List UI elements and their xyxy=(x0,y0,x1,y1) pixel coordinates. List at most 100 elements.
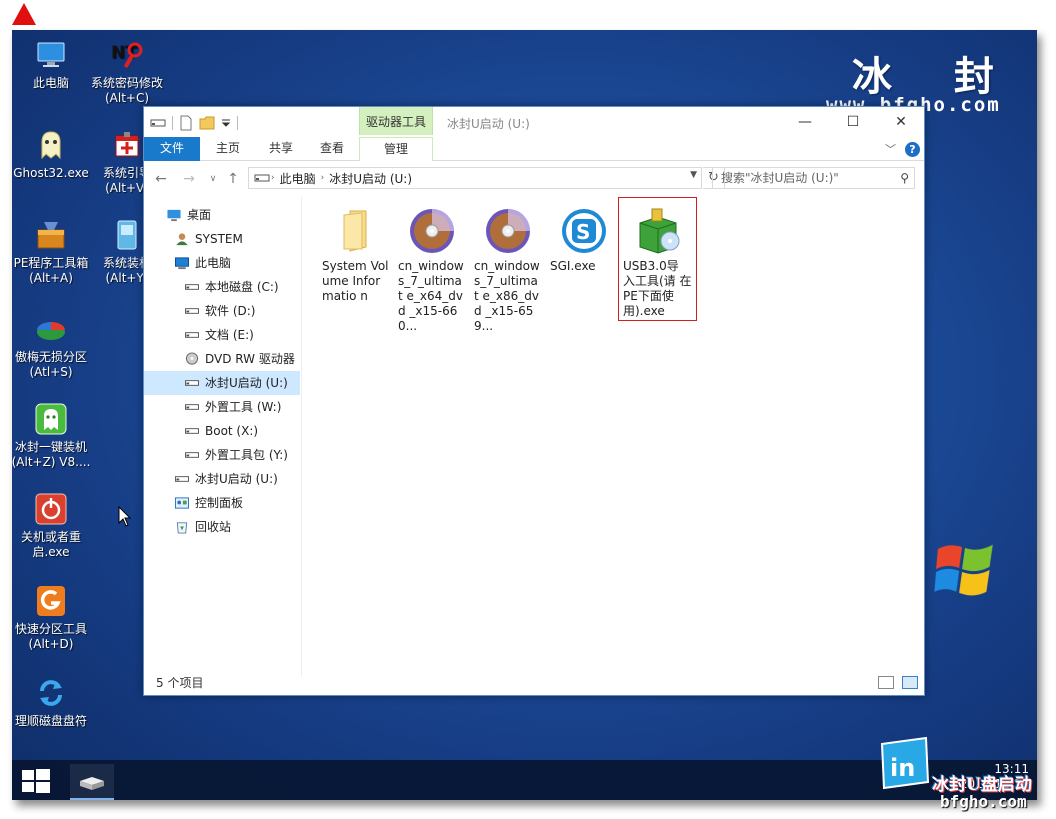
close-button[interactable]: ✕ xyxy=(878,109,924,135)
new-folder-icon[interactable] xyxy=(199,115,215,131)
red-triangle-marker xyxy=(12,3,36,25)
view-toggle xyxy=(878,676,918,689)
nav-tree-label: 此电脑 xyxy=(195,256,232,270)
up-arrow-icon[interactable]: ↑ xyxy=(224,170,242,188)
disc-image-icon xyxy=(486,209,530,253)
chevron-down-icon[interactable]: ﹀ xyxy=(885,141,896,157)
screenshot-page: 冰 封 www.bfgho.com 此电脑 Ghost32.exe PE程序工具… xyxy=(0,0,1056,819)
nav-tree-item[interactable]: 外置工具包 (Y:) xyxy=(144,443,300,467)
file-item[interactable]: cn_window s_7_ultimat e_x86_dvd _x15-659… xyxy=(470,207,546,334)
tab-manage[interactable]: 管理 xyxy=(359,137,433,161)
svg-text:in: in xyxy=(890,754,915,782)
address-bar[interactable]: › 此电脑 › 冰封U启动 (U:) ▼ xyxy=(248,167,702,189)
installer-icon xyxy=(117,220,137,250)
desktop-icon xyxy=(167,209,181,222)
desktop-icon-drive-letters[interactable]: 理顺磁盘盘符 xyxy=(12,676,94,729)
search-placeholder: 搜索"冰封U启动 (U:)" xyxy=(721,171,839,185)
recent-locations-chevron-icon[interactable]: ∨ xyxy=(204,170,222,188)
svg-text:NT: NT xyxy=(111,43,137,63)
dvd-drive-icon xyxy=(185,352,199,365)
quick-access-toolbar xyxy=(150,113,238,133)
nav-tree-item[interactable]: 本地磁盘 (C:) xyxy=(144,275,300,299)
nav-tree-item[interactable]: 桌面 xyxy=(144,203,300,227)
nav-tree-label: 回收站 xyxy=(195,520,232,534)
windows-start-icon[interactable] xyxy=(20,768,52,794)
desktop-icon-label: 系统密码修改 (Alt+C) xyxy=(90,76,163,105)
file-item-highlighted[interactable]: USB3.0导 入工具(请 在PE下面使 用).exe xyxy=(618,197,697,321)
nav-tree-item[interactable]: SYSTEM xyxy=(144,227,300,251)
search-input[interactable]: 搜索"冰封U启动 (U:)" ⚲ xyxy=(712,167,915,189)
customize-toolbar-dropdown-icon[interactable] xyxy=(221,118,231,128)
desktop-icon-this-pc[interactable]: 此电脑 xyxy=(12,38,94,91)
tab-home[interactable]: 主页 xyxy=(204,137,252,161)
boot-repair-icon xyxy=(115,132,139,157)
forward-arrow-icon[interactable]: → xyxy=(180,170,198,188)
nt-password-icon: NT xyxy=(111,42,143,69)
toolbar-divider xyxy=(237,116,238,130)
window-title: 冰封U启动 (U:) xyxy=(447,117,530,131)
nav-tree-item[interactable]: DVD RW 驱动器 xyxy=(144,347,300,371)
nav-tree-item[interactable]: 控制面板 xyxy=(144,491,300,515)
drive-icon xyxy=(185,284,199,290)
taskbar-explorer-button[interactable] xyxy=(70,764,114,800)
desktop-icon-bingfeng-install[interactable]: 冰封一键装机 (Alt+Z) V8.... xyxy=(12,402,94,470)
nav-tree-label: 控制面板 xyxy=(195,496,244,510)
file-item[interactable]: S SGI.exe xyxy=(546,207,622,274)
desktop-icon-quick-partition[interactable]: 快速分区工具 (Alt+D) xyxy=(12,584,94,652)
new-document-icon[interactable] xyxy=(179,115,193,131)
tab-share[interactable]: 共享 xyxy=(256,137,306,161)
address-dropdown-icon[interactable]: ▼ xyxy=(690,170,697,180)
tab-file[interactable]: 文件 xyxy=(144,137,200,161)
nav-tree-label: 桌面 xyxy=(187,208,212,222)
installer-box-icon xyxy=(639,208,679,254)
computer-icon xyxy=(37,42,65,67)
ribbon-tabs: 文件 主页 共享 查看 管理 ﹀ ? xyxy=(144,137,924,161)
nav-tree-item[interactable]: 此电脑 xyxy=(144,251,300,275)
power-icon xyxy=(35,493,67,525)
file-name: cn_window s_7_ultimat e_x86_dvd _x15-659… xyxy=(474,259,540,333)
desktop-icon-nt-password[interactable]: NT 系统密码修改 (Alt+C) xyxy=(84,38,170,106)
desktop-icon-aomei[interactable]: 傲梅无损分区 (Atl+S) xyxy=(12,312,94,380)
desktop-icon-label: 冰封一键装机 (Alt+Z) V8.... xyxy=(12,440,91,469)
nav-tree-item[interactable]: 冰封U启动 (U:) xyxy=(144,467,300,491)
details-view-icon[interactable] xyxy=(878,676,894,689)
minimize-button[interactable]: — xyxy=(782,109,828,135)
drive-icon xyxy=(185,332,199,338)
breadcrumb-this-pc[interactable]: 此电脑 xyxy=(275,170,321,187)
nav-tree-item[interactable]: 冰封U启动 (U:) xyxy=(144,371,300,395)
desktop-icon-ghost32[interactable]: Ghost32.exe xyxy=(12,128,94,181)
search-icon[interactable]: ⚲ xyxy=(900,168,909,188)
nav-tree-label: 文档 (E:) xyxy=(205,328,254,342)
nav-tree-item[interactable]: Boot (X:) xyxy=(144,419,300,443)
status-bar: 5 个项目 xyxy=(144,671,924,695)
toolbox-icon xyxy=(37,222,65,249)
file-item[interactable]: cn_window s_7_ultimat e_x64_dvd _x15-660… xyxy=(394,207,470,334)
windows-logo-icon xyxy=(934,544,993,597)
nav-tree-item[interactable]: 软件 (D:) xyxy=(144,299,300,323)
ghost-icon xyxy=(41,131,61,160)
file-item[interactable]: System Volume Informatio n xyxy=(318,207,394,304)
nav-tree-item[interactable]: 回收站 xyxy=(144,515,300,539)
disc-image-icon xyxy=(410,209,454,253)
title-bar: 驱动器工具 冰封U启动 (U:) — ☐ ✕ xyxy=(144,107,924,137)
desktop-icon-pe-toolbox[interactable]: PE程序工具箱 (Alt+A) xyxy=(12,218,94,286)
tab-view[interactable]: 查看 xyxy=(308,137,356,161)
back-arrow-icon[interactable]: ← xyxy=(152,170,170,188)
nav-tree-label: 外置工具 (W:) xyxy=(205,400,282,414)
drive-icon[interactable] xyxy=(150,117,166,129)
nav-tree-item[interactable]: 文档 (E:) xyxy=(144,323,300,347)
drive-icon xyxy=(185,308,199,314)
drive-icon xyxy=(80,777,104,790)
breadcrumb-current-drive[interactable]: 冰封U启动 (U:) xyxy=(324,170,417,187)
desktop-icon-label: 理顺磁盘盘符 xyxy=(14,714,87,728)
maximize-button[interactable]: ☐ xyxy=(830,109,876,135)
nav-tree-label: DVD RW 驱动器 xyxy=(205,352,295,366)
toolbar-divider xyxy=(172,116,173,130)
drive-icon xyxy=(185,428,199,434)
help-icon[interactable]: ? xyxy=(905,142,920,157)
item-count: 5 个项目 xyxy=(156,676,204,690)
large-icons-view-icon[interactable] xyxy=(902,676,918,689)
desktop-icon-shutdown[interactable]: 关机或者重 启.exe xyxy=(12,492,94,560)
refresh-arrows-icon xyxy=(40,680,62,706)
nav-tree-item[interactable]: 外置工具 (W:) xyxy=(144,395,300,419)
